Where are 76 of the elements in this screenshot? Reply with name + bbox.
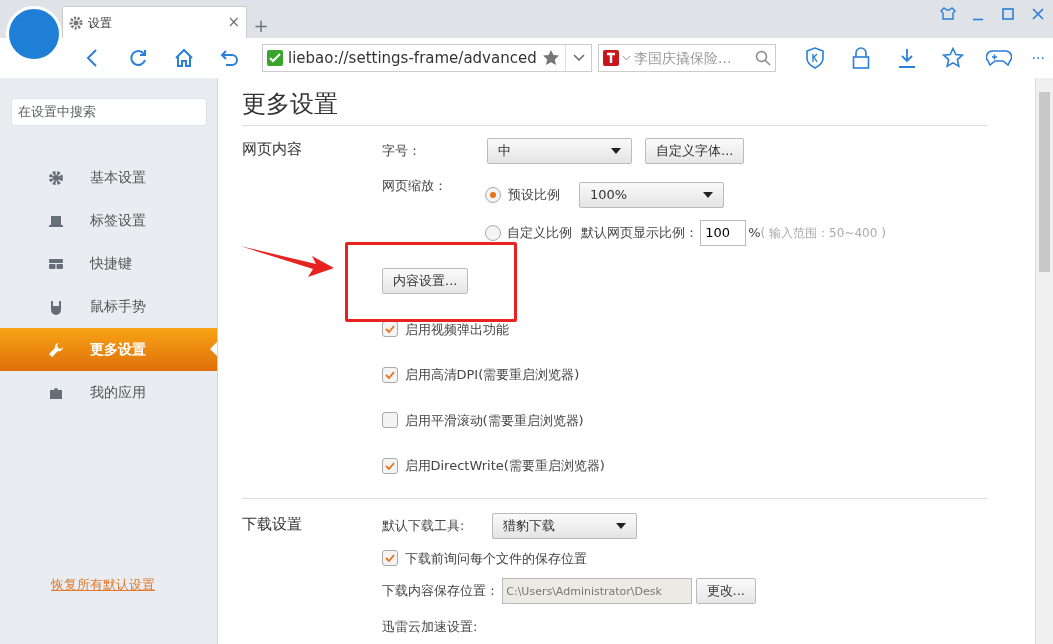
caret-icon [622,55,631,61]
font-size-select[interactable]: 中 [487,137,632,164]
field-label: 网页缩放： [382,176,448,195]
content-settings-button[interactable]: 内容设置... [382,267,469,294]
change-button[interactable]: 更改... [695,578,756,604]
search-text: 李国庆撬保险... [634,48,733,68]
caret-down-icon [703,191,713,198]
custom-font-button[interactable]: 自定义字体... [645,137,745,164]
search-icon[interactable] [755,50,771,66]
star-icon [942,47,964,69]
range-hint: ( 输入范围：50~400 ) [760,224,886,242]
close-tab-button[interactable]: × [227,15,240,30]
maximize-icon [1000,6,1016,22]
secure-check-icon [267,50,283,66]
scrollbar[interactable] [1035,78,1053,644]
new-tab-button[interactable]: + [253,16,269,35]
settings-icon [69,15,83,30]
save-location-field[interactable]: C:\Users\Administrator\Desk [502,578,693,604]
sidebar-item[interactable]: 标签设置 [0,199,217,242]
percent-sign: % [748,223,761,242]
option-label: 启用DirectWrite(需要重启浏览器) [404,457,605,475]
address-bar[interactable]: liebao://settings-frame/advanced [262,44,592,72]
option-label: 下载前询问每个文件的保存位置 [404,549,587,568]
close-icon [1030,6,1046,22]
zoom-input[interactable]: 100 [700,219,747,246]
field-label: 字号： [382,141,422,160]
page-title: 更多设置 [242,89,338,120]
more-button[interactable]: ··· [1031,47,1045,69]
download-tool-select[interactable]: 猎豹下载 [492,512,637,539]
zoom-preset-select[interactable]: 100% [579,181,724,208]
caret-down-icon [616,522,626,529]
refresh-icon [128,48,148,68]
checkbox[interactable] [382,366,398,383]
option-label: 自定义比例 [507,223,572,242]
settings-search-field[interactable]: 在设置中搜索 [10,98,207,126]
checkbox[interactable] [382,412,398,429]
sidebar-item[interactable]: 快捷键 [0,242,217,285]
shirt-icon [940,6,956,22]
gamepad-icon [986,49,1012,67]
checkmark-icon [385,325,395,334]
gear-icon [48,169,64,186]
sidebar-item[interactable]: 鼠标手势 [0,285,217,328]
browser-tab[interactable]: 设置 × [62,6,247,38]
download-icon [897,47,917,69]
option-label: 预设比例 [507,185,560,204]
tab-title: 设置 [88,14,113,32]
caret-down-icon [572,54,585,62]
radio-button[interactable] [485,186,501,203]
lock-icon [852,47,870,69]
checkmark-icon [385,461,395,470]
radio-button[interactable] [485,224,501,241]
section-heading: 下载设置 [242,514,302,533]
shield-k-icon [805,47,825,69]
checkmark-icon [385,370,395,379]
checkmark-icon [385,554,395,563]
wrench-icon [48,341,64,358]
sidebar-item[interactable]: 我的应用 [0,371,217,414]
undo-arrow-icon [220,48,240,68]
checkbox[interactable] [382,457,398,474]
caret-down-icon [611,147,621,154]
sidebar-item[interactable]: 基本设置 [0,156,217,199]
home-icon [174,48,194,68]
option-label: 启用视频弹出功能 [404,320,509,339]
option-label: 启用平滑滚动(需要重启浏览器) [404,411,584,430]
url-text: liebao://settings-frame/advanced [288,47,537,69]
t-logo-icon [603,50,619,66]
option-label: 启用高清DPI(需要重启浏览器) [404,366,580,384]
field-label: 默认网页显示比例： [581,223,699,242]
field-label: 下载内容保存位置： [382,582,499,601]
field-label: 迅雷云加速设置: [382,618,479,637]
checkbox[interactable] [382,550,398,567]
minimize-icon [973,17,983,21]
star-icon[interactable] [542,49,560,67]
mouse-icon [48,298,64,315]
section-heading: 网页内容 [242,139,302,158]
field-label: 默认下载工具: [382,516,466,535]
